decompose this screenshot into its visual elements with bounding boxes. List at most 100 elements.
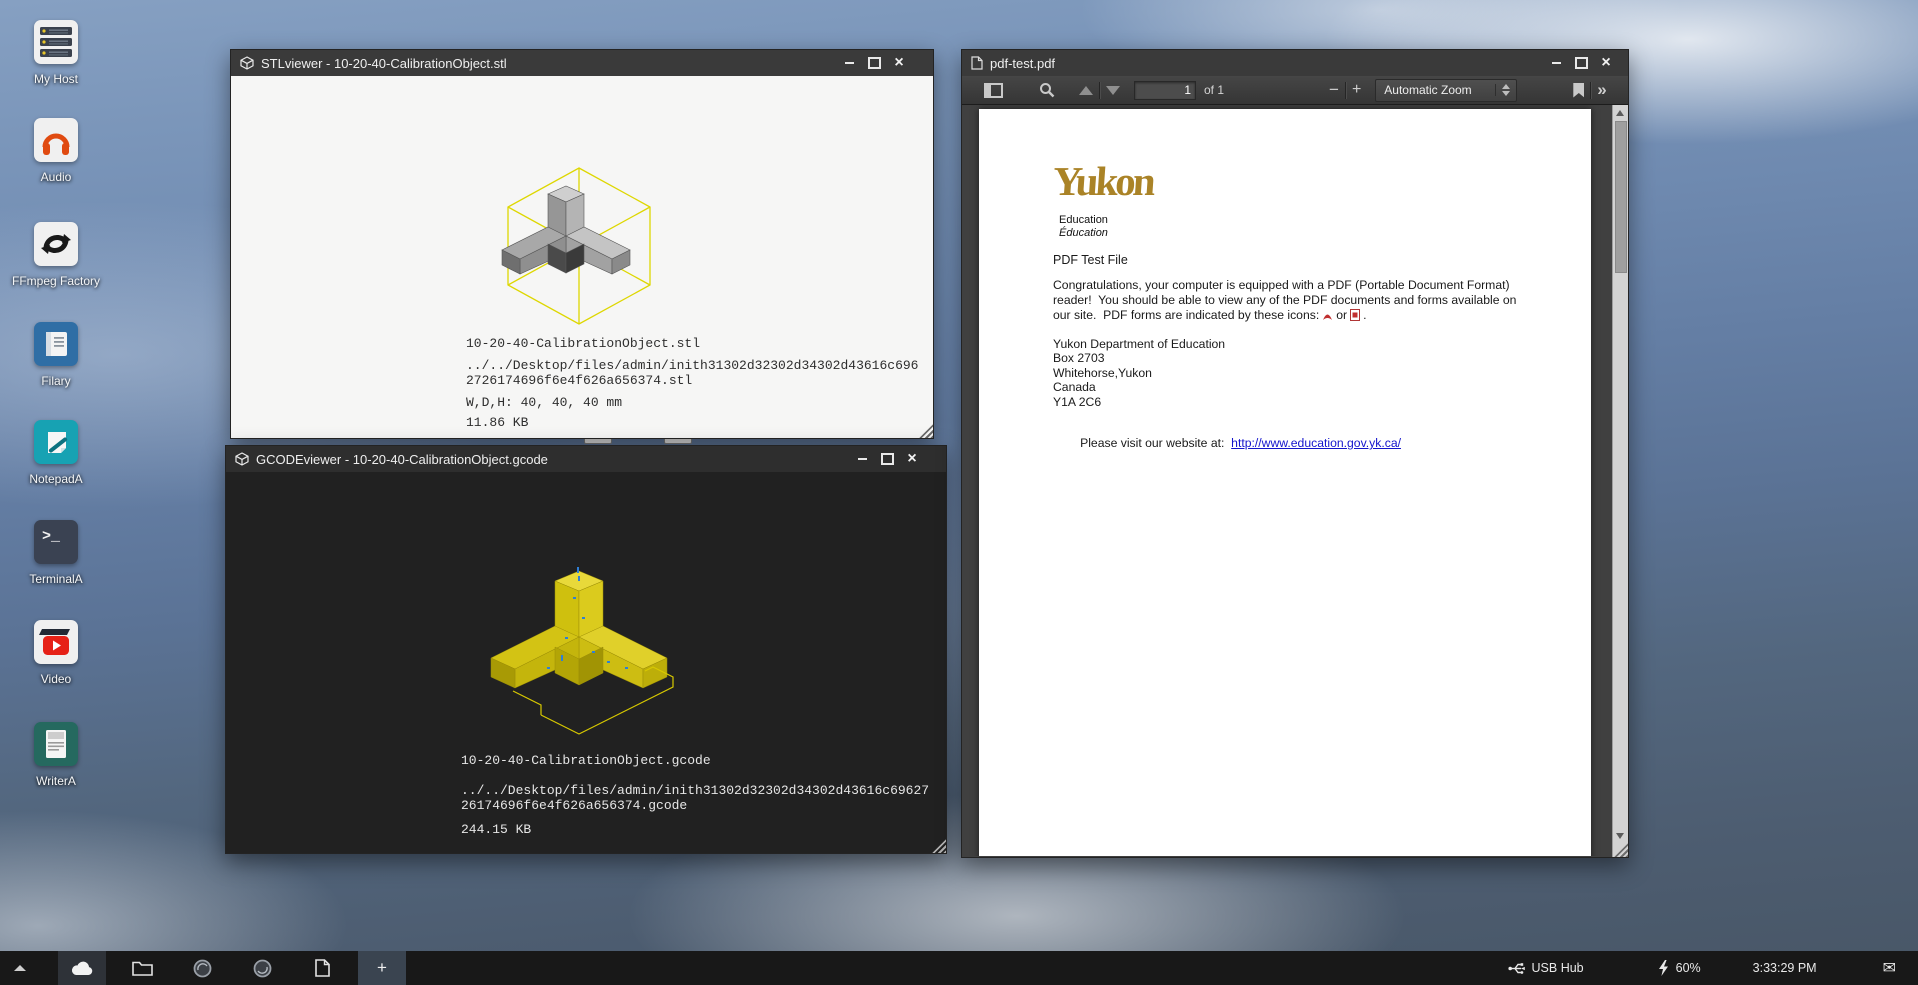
gcode-path-line2: 26174696f6e4f626a656374.gcode (461, 798, 687, 813)
close-icon: × (907, 451, 916, 467)
website-label: Please visit our website at: (1080, 436, 1224, 450)
usb-icon (1508, 961, 1525, 976)
search-icon (1039, 82, 1055, 98)
maximize-button[interactable] (1573, 55, 1589, 71)
desktop-icon-label: Video (8, 672, 104, 686)
taskbar-stlviewer-button[interactable] (178, 951, 226, 985)
taskbar-cloud-button[interactable] (58, 951, 106, 985)
window-title: GCODEviewer - 10-20-40-CalibrationObject… (256, 452, 548, 467)
battery-tray-item[interactable]: 60% (1658, 960, 1701, 976)
yukon-logo: Yukon (1051, 157, 1154, 205)
cube-icon (235, 452, 249, 466)
minimize-button[interactable] (1548, 55, 1564, 71)
address-line: Canada (1053, 380, 1225, 394)
taskbar-gcodeviewer-button[interactable] (238, 951, 286, 985)
desktop-icon-label: FFmpeg Factory (8, 274, 104, 288)
desktop-icon-video[interactable]: Video (8, 620, 104, 686)
maximize-button[interactable] (866, 55, 882, 71)
toolbar-separator (1345, 82, 1346, 99)
close-button[interactable]: × (904, 451, 920, 467)
window-title: pdf-test.pdf (990, 56, 1055, 71)
app-circle-icon (193, 959, 212, 978)
desktop-icon-notepada[interactable]: NotepadA (8, 420, 104, 486)
pdf-titlebar[interactable]: pdf-test.pdf (962, 50, 1628, 76)
maximize-icon (881, 453, 894, 465)
zoom-out-button[interactable]: − (1329, 80, 1339, 100)
usb-hub-tray-item[interactable]: USB Hub (1508, 961, 1584, 976)
gcodeviewer-window: GCODEviewer - 10-20-40-CalibrationObject… (225, 445, 947, 854)
close-button[interactable]: × (1598, 55, 1614, 71)
desktop-icon-label: Audio (8, 170, 104, 184)
desktop-icon-label: WriterA (8, 774, 104, 788)
book-icon (34, 322, 78, 366)
next-page-button[interactable] (1106, 86, 1120, 95)
writer-document-icon (34, 722, 78, 766)
close-icon: × (1601, 55, 1610, 71)
desktop-icon-filary[interactable]: Filary (8, 322, 104, 388)
taskbar-expand-button[interactable] (0, 951, 40, 985)
minimize-button[interactable] (854, 451, 870, 467)
zoom-in-button[interactable]: + (1352, 81, 1361, 99)
scrollbar-thumb[interactable] (1615, 121, 1627, 273)
toolbar-more-button[interactable]: » (1597, 80, 1604, 100)
gcode-filename: 10-20-40-CalibrationObject.gcode (461, 753, 711, 768)
dropdown-arrows-icon (1495, 84, 1510, 96)
logo-subtitle-fr: Éducation (1059, 227, 1108, 239)
desktop-icon-ffmpeg-factory[interactable]: FFmpeg Factory (8, 222, 104, 288)
desktop-icon-label: My Host (8, 72, 104, 86)
pdf-viewer-window: pdf-test.pdf × of 1 − + Automatic Zo (961, 49, 1629, 858)
usb-hub-label: USB Hub (1532, 961, 1584, 975)
pdf-scrollbar[interactable] (1612, 105, 1628, 857)
desktop-icon-label: Filary (8, 374, 104, 388)
stl-path-line2: 2726174696f6e4f626a656374.stl (466, 373, 692, 388)
website-link[interactable]: http://www.education.gov.yk.ca/ (1231, 436, 1401, 450)
pdf-file-icon (971, 56, 983, 70)
stlviewer-titlebar[interactable]: STLviewer - 10-20-40-CalibrationObject.s… (231, 50, 933, 76)
toolbar-separator (1099, 82, 1100, 99)
gcode-3d-viewport[interactable]: 10-20-40-CalibrationObject.gcode ../../D… (227, 472, 945, 852)
stl-filesize: 11.86 KB (466, 415, 528, 430)
previous-page-button[interactable] (1079, 86, 1093, 95)
bookmark-button[interactable] (1573, 83, 1584, 98)
gcode-model-render (455, 567, 705, 757)
taskbar-new-button[interactable]: + (358, 951, 406, 985)
desktop-icon-label: TerminalA (8, 572, 104, 586)
stl-3d-viewport[interactable]: 10-20-40-CalibrationObject.stl ../../Des… (232, 76, 932, 437)
minimize-icon (1552, 62, 1561, 64)
plus-icon: + (1352, 81, 1361, 99)
taskbar-files-button[interactable] (118, 951, 166, 985)
minimize-icon (858, 458, 867, 460)
maximize-icon (1575, 57, 1588, 69)
sidebar-toggle-icon (984, 83, 1003, 98)
maximize-button[interactable] (879, 451, 895, 467)
pdf-document-area[interactable]: Yukon Education Éducation PDF Test File … (963, 105, 1612, 856)
taskbar-clock[interactable]: 3:33:29 PM (1753, 961, 1817, 975)
desktop-icon-audio[interactable]: Audio (8, 118, 104, 184)
minimize-icon (845, 62, 854, 64)
pdf-form-icon (1350, 309, 1360, 321)
taskbar-pdf-button[interactable] (298, 951, 346, 985)
server-icon (34, 20, 78, 64)
close-button[interactable]: × (891, 55, 907, 71)
notepad-pencil-icon (34, 420, 78, 464)
toggle-sidebar-button[interactable] (984, 83, 1003, 98)
desktop-icon-writera[interactable]: WriterA (8, 722, 104, 788)
arrow-up-icon (1079, 86, 1093, 95)
address-line: Whitehorse,Yukon (1053, 366, 1225, 380)
terminal-prompt-icon: >_ (34, 520, 78, 564)
stlviewer-window: STLviewer - 10-20-40-CalibrationObject.s… (230, 49, 934, 439)
minimize-button[interactable] (841, 55, 857, 71)
notifications-tray-item[interactable]: ✉ (1883, 958, 1896, 978)
plus-icon: + (377, 958, 387, 978)
zoom-level-dropdown[interactable]: Automatic Zoom (1375, 79, 1517, 102)
stl-filename: 10-20-40-CalibrationObject.stl (466, 336, 700, 351)
toolbar-separator (1590, 82, 1591, 99)
desktop-icon-my-host[interactable]: My Host (8, 20, 104, 86)
gcodeviewer-titlebar[interactable]: GCODEviewer - 10-20-40-CalibrationObject… (226, 446, 946, 472)
desktop-icon-terminala[interactable]: >_ TerminalA (8, 520, 104, 586)
clock-label: 3:33:29 PM (1753, 961, 1817, 975)
page-number-input[interactable] (1134, 81, 1196, 100)
scroll-up-icon (1616, 110, 1624, 116)
desktop-icon-label: NotepadA (8, 472, 104, 486)
search-button[interactable] (1039, 82, 1055, 98)
